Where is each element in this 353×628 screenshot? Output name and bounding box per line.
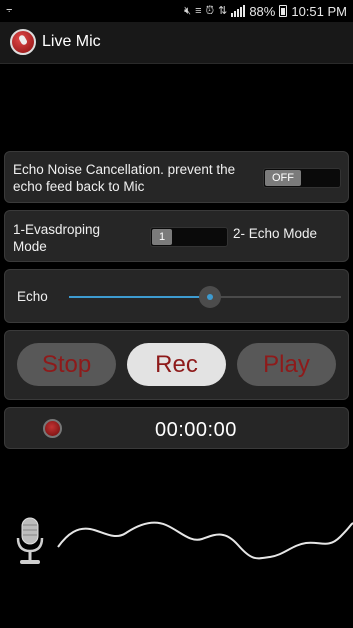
play-button[interactable]: Play (237, 343, 336, 386)
status-time: 10:51 PM (291, 3, 347, 19)
status-icons: 🔇︎ ≡ ⏰︎ ⇅ 88% 10:51 PM (184, 3, 347, 19)
recording-panel: 00:00:00 (4, 407, 349, 449)
recording-timer: 00:00:00 (155, 419, 237, 441)
nfc-icon: ≡ (195, 5, 202, 17)
microphone-icon (16, 517, 44, 564)
echo-cancellation-panel: Echo Noise Cancellation. prevent the ech… (4, 151, 349, 203)
alarm-icon: ⏰︎ (205, 5, 215, 17)
echo-cancellation-toggle[interactable]: OFF (263, 168, 341, 188)
echo-cancellation-label: Echo Noise Cancellation. prevent the ech… (13, 162, 236, 194)
rec-button[interactable]: Rec (127, 343, 226, 386)
echo-slider-track[interactable] (69, 286, 341, 308)
carrier-icon: ⨪ (6, 3, 13, 15)
mode-toggle-value: 1 (152, 229, 172, 245)
controls-panel: Stop Rec Play (4, 330, 349, 400)
data-icon: ⇅ (218, 5, 228, 17)
signal-icon (231, 5, 246, 17)
mode-1-label: 1-Evasdroping Mode (13, 222, 101, 254)
battery-icon (279, 5, 288, 17)
toggle-state-label: OFF (265, 170, 301, 186)
mic-logo-icon (10, 29, 36, 55)
stop-button[interactable]: Stop (17, 343, 116, 386)
app-title: Live Mic (42, 33, 101, 50)
mode-panel: 1-Evasdroping Mode 1 2- Echo Mode (4, 210, 349, 262)
audio-waveform (57, 521, 353, 560)
mode-2-label: 2- Echo Mode (233, 226, 318, 241)
battery-percent: 88% (249, 3, 276, 19)
echo-slider-thumb[interactable] (199, 286, 222, 308)
echo-slider-panel: Echo (4, 269, 349, 323)
echo-slider-fill (69, 296, 211, 298)
app-bar: Live Mic (0, 22, 353, 64)
mute-icon: 🔇︎ (184, 5, 192, 17)
echo-label: Echo (17, 289, 48, 304)
record-dot-icon (43, 419, 62, 438)
mode-toggle[interactable]: 1 (150, 227, 228, 247)
status-bar: ⨪ 🔇︎ ≡ ⏰︎ ⇅ 88% 10:51 PM (0, 0, 353, 22)
